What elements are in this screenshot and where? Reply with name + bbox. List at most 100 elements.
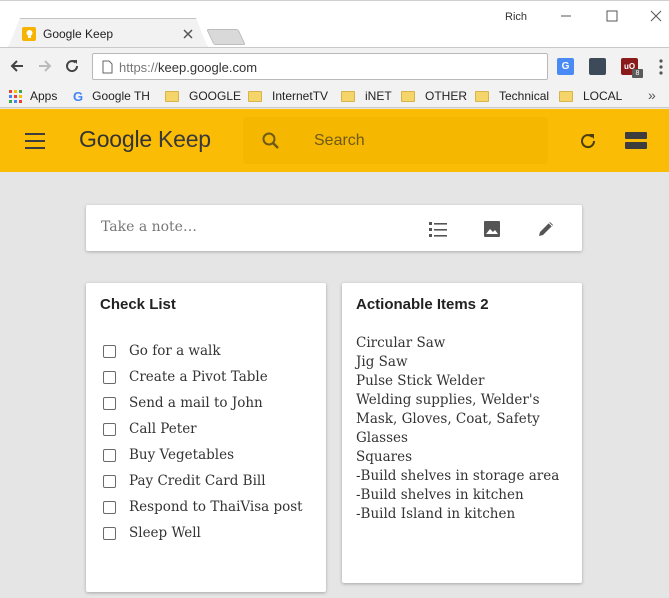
checkbox[interactable] <box>103 526 116 540</box>
bookmark-internettv-folder[interactable]: InternetTV <box>248 87 328 105</box>
checkbox[interactable] <box>103 500 116 514</box>
bookmark-label: Google TH <box>92 89 150 103</box>
checklist-item: Buy Vegetables <box>103 442 303 468</box>
new-tab-button[interactable] <box>206 29 246 45</box>
maximize-icon[interactable] <box>602 7 622 25</box>
bookmark-label: OTHER <box>425 89 467 103</box>
tab-close-icon[interactable] <box>182 27 194 39</box>
bookmark-label: InternetTV <box>272 89 329 103</box>
note-line: Jig Saw <box>356 354 408 370</box>
checklist-item-text: Create a Pivot Table <box>129 369 268 385</box>
address-bar[interactable]: https://keep.google.com <box>92 53 548 80</box>
minimize-icon[interactable] <box>556 7 576 25</box>
checklist-item: Create a Pivot Table <box>103 364 303 390</box>
note-line: Glasses <box>356 430 408 446</box>
checkbox[interactable] <box>103 344 116 358</box>
note-card-actionable-items[interactable]: Actionable Items 2 Circular Saw Jig Saw … <box>342 283 582 583</box>
browser-menu-icon[interactable] <box>659 59 663 75</box>
note-line: -Build Island in kitchen <box>356 506 516 522</box>
search-icon[interactable] <box>261 131 281 151</box>
browser-titlebar: Google Keep Rich <box>0 0 669 48</box>
keep-header: Google Keep Search <box>0 109 669 172</box>
checkbox[interactable] <box>103 474 116 488</box>
refresh-icon[interactable] <box>577 130 599 152</box>
note-title: Check List <box>100 296 176 313</box>
bookmark-apps[interactable]: Apps <box>9 87 57 105</box>
url-text: https://keep.google.com <box>119 60 258 75</box>
bookmark-inet-folder[interactable]: iNET <box>341 87 392 105</box>
folder-icon <box>341 90 355 102</box>
back-arrow-icon[interactable] <box>8 57 26 75</box>
new-drawing-icon[interactable] <box>535 218 557 240</box>
checklist-item-text: Sleep Well <box>129 525 201 541</box>
main-menu-icon[interactable] <box>25 133 45 149</box>
browser-toolbar: https://keep.google.com G uO 8 <box>0 47 669 84</box>
list-view-icon[interactable] <box>625 132 647 150</box>
page-info-icon[interactable] <box>101 60 113 74</box>
note-body: Circular Saw Jig Saw Pulse Stick Welder … <box>356 334 571 524</box>
forward-arrow-icon[interactable] <box>36 57 54 75</box>
note-title: Actionable Items 2 <box>356 296 489 313</box>
bookmark-google-th[interactable]: G Google TH <box>73 87 150 105</box>
bookmark-label: Apps <box>30 89 58 103</box>
search-placeholder: Search <box>314 132 365 149</box>
checklist-item: Go for a walk <box>103 338 303 364</box>
note-line: Squares <box>356 449 413 465</box>
logo-keep-text: Keep <box>157 126 211 152</box>
checklist-item: Send a mail to John <box>103 390 303 416</box>
note-line: -Build shelves in kitchen <box>356 487 524 503</box>
note-line: Circular Saw <box>356 335 446 351</box>
bookmark-other-folder[interactable]: OTHER <box>401 87 467 105</box>
extension-badge: 8 <box>632 69 643 78</box>
checklist: Go for a walk Create a Pivot Table Send … <box>103 338 303 546</box>
chat-extension-icon[interactable] <box>589 58 606 75</box>
checkbox[interactable] <box>103 448 116 462</box>
bookmark-label: GOOGLE <box>189 89 242 103</box>
checklist-item-text: Go for a walk <box>129 343 221 359</box>
tab-title: Google Keep <box>43 27 114 41</box>
note-line: Welding supplies, Welder's <box>356 392 540 408</box>
new-list-icon[interactable] <box>427 218 449 240</box>
logo-google-text: Google <box>79 126 152 152</box>
keep-favicon-icon <box>22 27 36 41</box>
checkbox[interactable] <box>103 396 116 410</box>
checkbox[interactable] <box>103 422 116 436</box>
checklist-item: Respond to ThaiVisa post <box>103 494 303 520</box>
folder-icon <box>248 90 262 102</box>
bookmark-label: LOCAL <box>583 89 623 103</box>
checklist-item: Pay Credit Card Bill <box>103 468 303 494</box>
folder-icon <box>475 90 489 102</box>
google-icon: G <box>73 88 84 104</box>
checklist-item-text: Pay Credit Card Bill <box>129 473 266 489</box>
take-note-bar[interactable]: Take a note… <box>86 205 582 251</box>
search-input[interactable]: Search <box>243 117 548 164</box>
checklist-item: Sleep Well <box>103 520 303 546</box>
keep-logo[interactable]: Google Keep <box>79 126 211 153</box>
profile-name[interactable]: Rich <box>505 11 527 23</box>
note-line: Pulse Stick Welder <box>356 373 485 389</box>
bookmark-google-folder[interactable]: GOOGLE <box>165 87 241 105</box>
bookmark-local-folder[interactable]: LOCAL <box>559 87 622 105</box>
note-line: -Build shelves in storage area <box>356 468 560 484</box>
checklist-item-text: Buy Vegetables <box>129 447 235 463</box>
note-card-checklist[interactable]: Check List Go for a walk Create a Pivot … <box>86 283 326 592</box>
bookmark-label: iNET <box>365 89 392 103</box>
note-line: Mask, Gloves, Coat, Safety <box>356 411 540 427</box>
bookmark-label: Technical <box>499 89 550 103</box>
folder-icon <box>559 90 573 102</box>
checklist-item-text: Respond to ThaiVisa post <box>129 499 303 515</box>
apps-grid-icon <box>9 89 22 103</box>
checkbox[interactable] <box>103 370 116 384</box>
reload-icon[interactable] <box>63 57 81 75</box>
close-window-icon[interactable] <box>646 7 666 25</box>
folder-icon <box>165 90 179 102</box>
bookmark-technical-folder[interactable]: Technical <box>475 87 549 105</box>
checklist-item-text: Call Peter <box>129 421 197 437</box>
folder-icon <box>401 90 415 102</box>
checklist-item-text: Send a mail to John <box>129 395 263 411</box>
bookmarks-bar: Apps G Google TH GOOGLE InternetTV iNET … <box>0 84 669 108</box>
google-translate-extension-icon[interactable]: G <box>557 58 574 75</box>
take-note-placeholder: Take a note… <box>101 219 197 235</box>
more-bookmarks-chevron-icon[interactable]: » <box>648 87 656 103</box>
new-image-note-icon[interactable] <box>481 218 503 240</box>
